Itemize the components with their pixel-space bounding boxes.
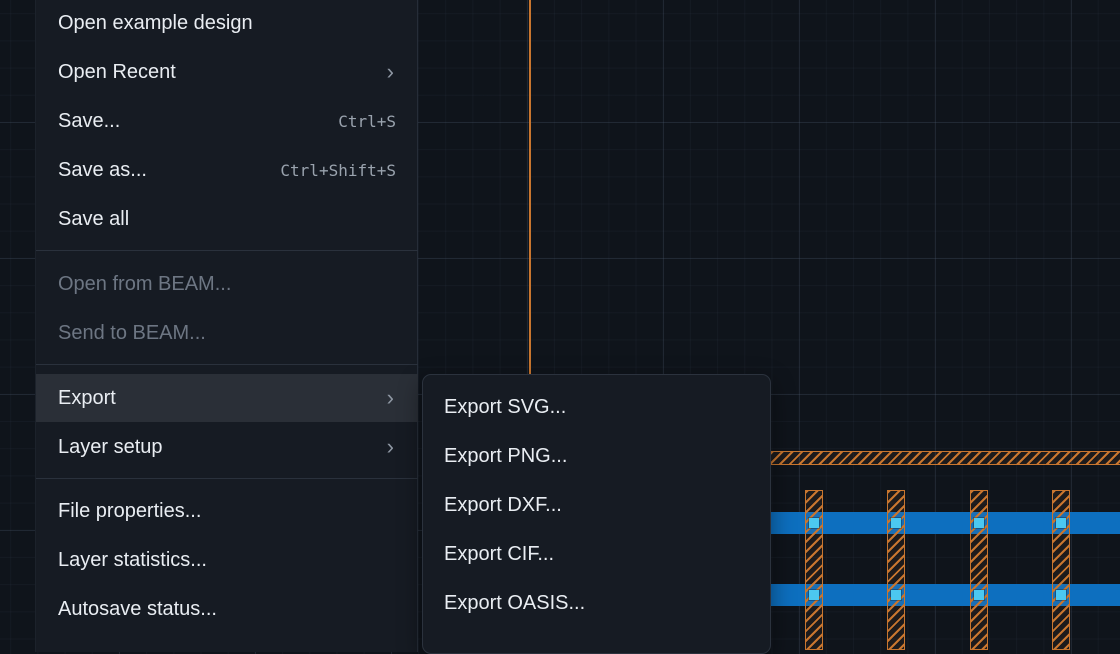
- shortcut-hint: Ctrl+S: [338, 111, 396, 131]
- menu-item-open-example-design[interactable]: Open example design: [36, 0, 418, 47]
- poly-gate-1[interactable]: [805, 490, 823, 650]
- menu-item-label: Autosave status...: [58, 597, 217, 620]
- menu-item-open-from-beam: Open from BEAM...: [36, 260, 418, 308]
- menu-item-export-png[interactable]: Export PNG...: [423, 432, 770, 480]
- menu-item-label: Send to BEAM...: [58, 321, 206, 344]
- menu-item-label: Save all: [58, 207, 130, 230]
- menu-item-label: Save...: [58, 109, 121, 132]
- chevron-right-icon: ›: [386, 434, 394, 459]
- menu-divider: [36, 364, 418, 365]
- menu-item-layer-statistics[interactable]: Layer statistics...: [36, 536, 418, 584]
- via-contact[interactable]: [891, 590, 901, 600]
- menu-item-send-to-beam: Send to BEAM...: [36, 309, 418, 357]
- menu-item-label: Export: [58, 386, 116, 409]
- menu-item-label: Open example design: [58, 11, 253, 34]
- menu-item-save-all[interactable]: Save all: [36, 195, 418, 243]
- menu-divider: [36, 478, 418, 479]
- menu-item-file-properties[interactable]: File properties...: [36, 487, 418, 535]
- menu-item-label: Export PNG...: [444, 444, 568, 467]
- menu-item-label: File properties...: [58, 499, 202, 522]
- menu-item-label: Layer statistics...: [58, 548, 207, 571]
- menu-divider: [36, 250, 418, 251]
- menu-item-export-dxf[interactable]: Export DXF...: [423, 481, 770, 529]
- menu-item-autosave-status[interactable]: Autosave status...: [36, 585, 418, 633]
- export-submenu: Export SVG... Export PNG... Export DXF..…: [422, 374, 771, 654]
- chevron-right-icon: ›: [386, 59, 394, 84]
- via-contact[interactable]: [891, 518, 901, 528]
- via-contact[interactable]: [1056, 590, 1066, 600]
- menu-item-export-cif[interactable]: Export CIF...: [423, 530, 770, 578]
- poly-gate-2[interactable]: [887, 490, 905, 650]
- menu-item-label: Layer setup: [58, 435, 163, 458]
- poly-gate-3[interactable]: [970, 490, 988, 650]
- menu-item-export[interactable]: Export ›: [36, 374, 418, 422]
- menu-item-layer-setup[interactable]: Layer setup ›: [36, 423, 418, 471]
- file-menu: Open example design Open Recent › Save..…: [35, 0, 418, 652]
- menu-item-label: Export CIF...: [444, 542, 555, 565]
- menu-item-open-recent[interactable]: Open Recent ›: [36, 48, 418, 96]
- via-contact[interactable]: [974, 518, 984, 528]
- menu-item-label: Save as...: [58, 158, 147, 181]
- menu-item-label: Open from BEAM...: [58, 272, 232, 295]
- menu-item-label: Open Recent: [58, 60, 176, 83]
- via-contact[interactable]: [809, 590, 819, 600]
- menu-item-save[interactable]: Save... Ctrl+S: [36, 97, 418, 145]
- poly-gate-4[interactable]: [1052, 490, 1070, 650]
- poly-rail-horizontal[interactable]: [760, 451, 1120, 465]
- menu-item-label: Export OASIS...: [444, 591, 586, 614]
- menu-item-export-svg[interactable]: Export SVG...: [423, 383, 770, 431]
- via-contact[interactable]: [974, 590, 984, 600]
- menu-item-label: Export SVG...: [444, 395, 567, 418]
- menu-item-label: Export DXF...: [444, 493, 562, 516]
- shortcut-hint: Ctrl+Shift+S: [280, 160, 396, 180]
- via-contact[interactable]: [809, 518, 819, 528]
- menu-item-save-as[interactable]: Save as... Ctrl+Shift+S: [36, 146, 418, 194]
- via-contact[interactable]: [1056, 518, 1066, 528]
- menu-item-export-oasis[interactable]: Export OASIS...: [423, 579, 770, 627]
- chevron-right-icon: ›: [386, 385, 394, 410]
